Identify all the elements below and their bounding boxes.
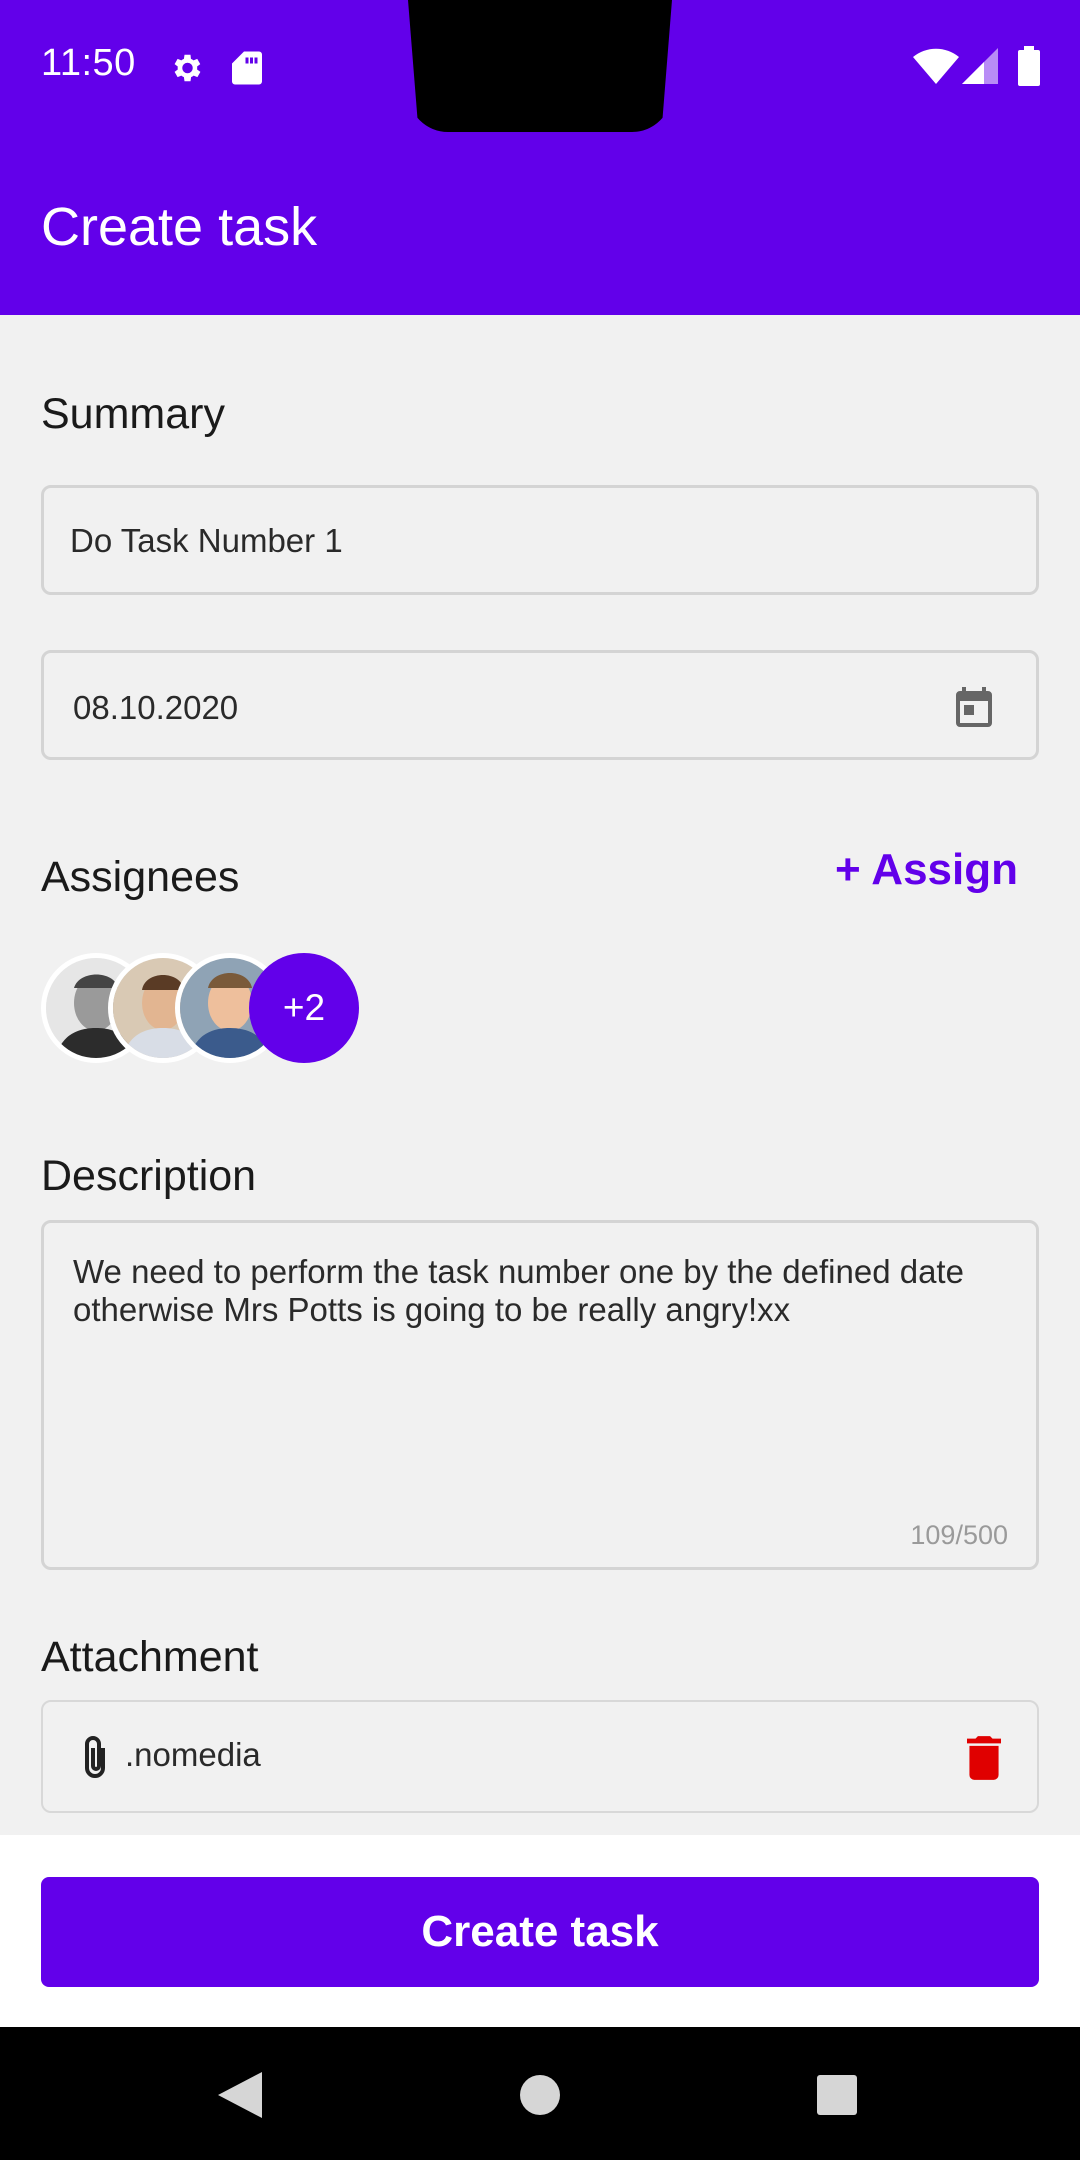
create-task-button[interactable]: Create task: [41, 1877, 1039, 1987]
calendar-icon[interactable]: [956, 687, 992, 732]
summary-value: Do Task Number 1: [70, 522, 343, 559]
battery-icon: [1018, 46, 1040, 91]
attachment-label: Attachment: [41, 1633, 259, 1681]
date-value: 08.10.2020: [73, 689, 239, 726]
date-field[interactable]: 08.10.2020: [41, 650, 1039, 760]
settings-icon: [168, 50, 204, 91]
more-assignees-badge[interactable]: +2: [249, 953, 359, 1063]
attachment-item: .nomedia: [41, 1700, 1039, 1813]
signal-icon: [962, 48, 998, 89]
paperclip-icon: [81, 1734, 111, 1787]
attachment-file-name: .nomedia: [125, 1736, 261, 1773]
navigation-bar: [0, 2027, 1080, 2160]
status-time: 11:50: [41, 42, 136, 84]
recents-icon[interactable]: [817, 2075, 857, 2120]
description-textarea[interactable]: We need to perform the task number one b…: [41, 1220, 1039, 1570]
assign-button[interactable]: + Assign: [835, 845, 1018, 895]
back-icon[interactable]: [218, 2072, 262, 2123]
create-task-screen: 11:50 Create task Summary Do Task Number…: [0, 0, 1080, 2160]
character-counter: 109/500: [910, 1520, 1008, 1550]
app-bar: 11:50 Create task: [0, 0, 1080, 315]
description-value: We need to perform the task number one b…: [73, 1253, 964, 1328]
trash-icon[interactable]: [967, 1736, 1001, 1785]
summary-label: Summary: [41, 390, 225, 438]
summary-input[interactable]: Do Task Number 1: [41, 485, 1039, 595]
description-label: Description: [41, 1152, 257, 1200]
camera-notch: [408, 0, 672, 132]
assignees-label: Assignees: [41, 853, 240, 901]
home-icon[interactable]: [520, 2075, 560, 2120]
wifi-icon: [913, 48, 959, 89]
page-title: Create task: [41, 197, 318, 257]
sd-card-icon: [232, 50, 262, 91]
